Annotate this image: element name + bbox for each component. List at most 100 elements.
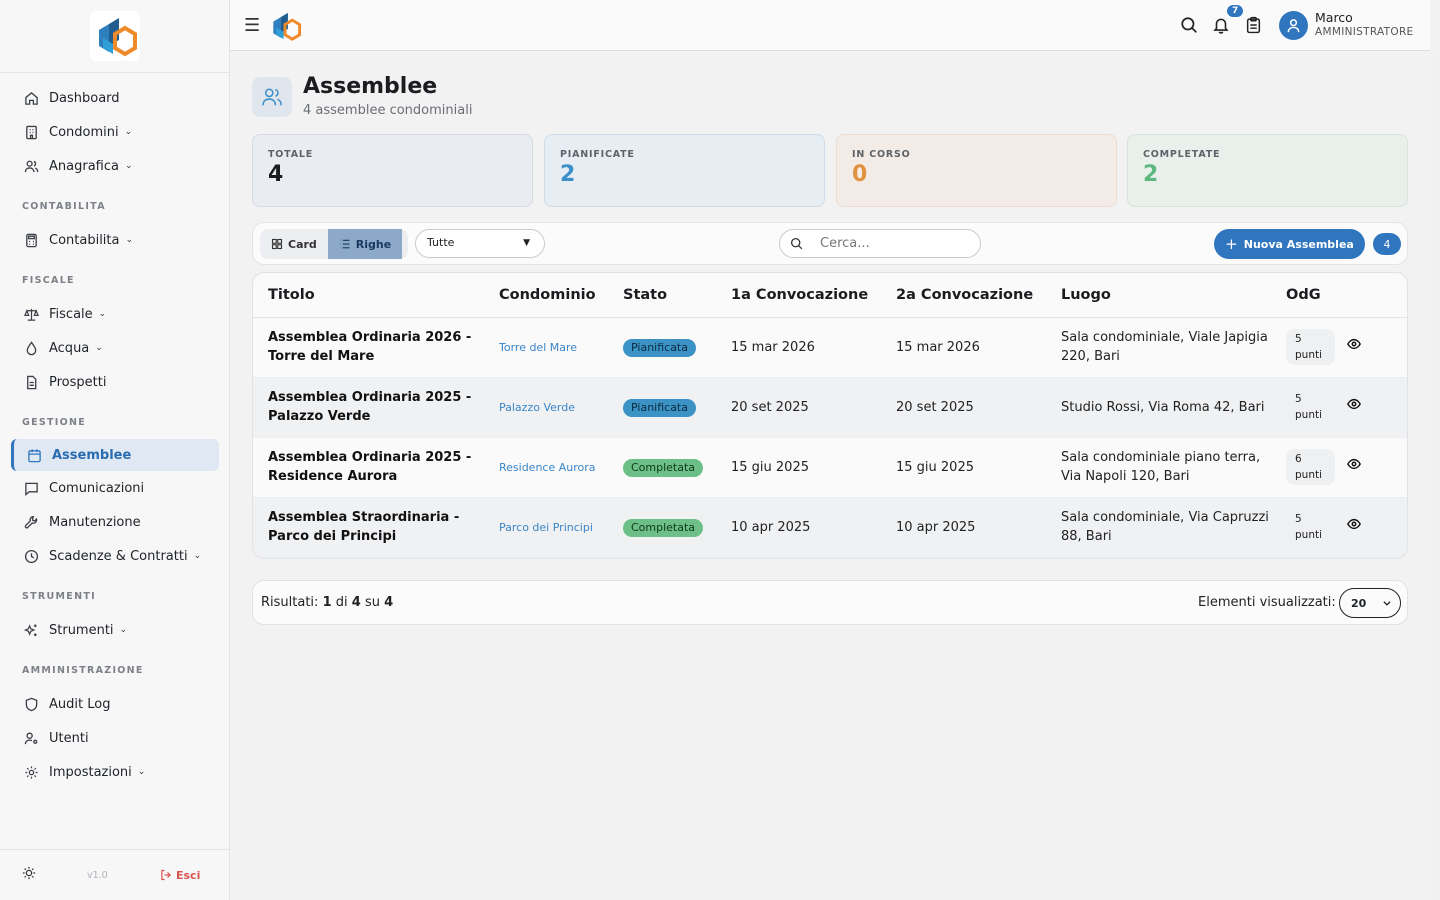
chevron-down-icon: ⌄: [98, 309, 107, 319]
sidebar-item-contabilita[interactable]: Contabilita ⌄: [0, 223, 229, 257]
sidebar-item-manutenzione[interactable]: Manutenzione: [0, 505, 229, 539]
menu-toggle-icon[interactable]: ☰: [244, 15, 260, 36]
column-header-titolo[interactable]: Titolo: [253, 273, 484, 318]
clock-icon: [22, 547, 40, 565]
status-badge: Completata: [623, 518, 704, 537]
cell-odg: 5 punti: [1271, 497, 1347, 558]
stat-card-pianificate: PIANIFICATE 2: [544, 134, 825, 207]
view-toggle: Card Righe: [260, 229, 408, 259]
user-key-icon: [22, 729, 40, 747]
per-page-select[interactable]: 20: [1339, 588, 1401, 618]
theme-toggle-sun-icon[interactable]: [22, 866, 36, 884]
odg-unit: punti: [1295, 529, 1323, 541]
table-row[interactable]: Assemblea Ordinaria 2025 - Residence Aur…: [253, 437, 1407, 498]
column-header-luogo[interactable]: Luogo: [1046, 273, 1271, 318]
sidebar-item-impostazioni[interactable]: Impostazioni ⌄: [0, 755, 229, 789]
cell-conv1: 15 mar 2026: [716, 317, 881, 378]
sidebar-item-dashboard[interactable]: Dashboard: [0, 81, 229, 115]
sidebar-item-prospetti[interactable]: Prospetti: [0, 365, 229, 399]
sidebar-item-assemblee[interactable]: Assemblee: [11, 439, 219, 471]
page-subtitle: 4 assemblee condominiali: [303, 103, 473, 118]
stat-value: 2: [1143, 162, 1159, 187]
view-card-button[interactable]: Card: [260, 229, 328, 259]
results-di: di: [335, 595, 348, 610]
eye-icon[interactable]: [1347, 457, 1361, 471]
odg-badge: 5 punti: [1286, 389, 1335, 425]
section-contabilita: CONTABILITA: [22, 200, 106, 212]
list-icon: [340, 239, 350, 249]
column-header-odg[interactable]: OdG: [1271, 273, 1347, 318]
odg-count: 5: [1295, 393, 1302, 405]
clipboard-icon[interactable]: [1245, 16, 1262, 38]
new-assembly-button[interactable]: + Nuova Assemblea: [1214, 229, 1365, 259]
column-header-conv1[interactable]: 1a Convocazione: [716, 273, 881, 318]
users-icon: [252, 77, 292, 117]
sidebar-item-acqua[interactable]: Acqua ⌄: [0, 331, 229, 365]
sidebar-logo[interactable]: [0, 0, 229, 73]
sidebar-footer: v1.0 Esci: [0, 849, 229, 900]
wrench-icon: [22, 513, 40, 531]
sidebar-item-label: Assemblee: [52, 447, 132, 463]
table-row[interactable]: Assemblea Ordinaria 2025 - Palazzo Verde…: [253, 377, 1407, 438]
sidebar-item-anagrafica[interactable]: Anagrafica ⌄: [0, 149, 229, 183]
cell-condominio-link[interactable]: Torre del Mare: [484, 317, 608, 378]
search-box: [779, 229, 981, 258]
cell-stato: Completata: [608, 437, 716, 498]
sidebar-item-scadenze[interactable]: Scadenze & Contratti ⌄: [0, 539, 229, 573]
user-role: AMMINISTRATORE: [1315, 26, 1414, 38]
cell-condominio-link[interactable]: Residence Aurora: [484, 437, 608, 498]
calendar-icon: [25, 446, 43, 464]
cell-actions: [1347, 437, 1407, 498]
bell-icon[interactable]: [1212, 16, 1230, 38]
chevron-down-icon: ⌄: [95, 343, 103, 353]
page-scrollbar[interactable]: [1430, 51, 1440, 900]
stat-value: 0: [852, 162, 868, 187]
logout-button[interactable]: Esci: [160, 869, 200, 882]
column-header-stato[interactable]: Stato: [608, 273, 716, 318]
sidebar-item-label: Contabilita: [49, 232, 120, 248]
chevron-down-icon: [1383, 601, 1391, 606]
results-su: su: [364, 595, 380, 610]
sidebar-item-fiscale[interactable]: Fiscale ⌄: [0, 297, 229, 331]
status-filter-select[interactable]: Tutte ▼: [415, 229, 545, 258]
table-row[interactable]: Assemblea Straordinaria - Parco dei Prin…: [253, 497, 1407, 558]
status-badge: Pianificata: [623, 338, 696, 357]
per-page-value: 20: [1351, 596, 1367, 610]
column-header-conv2[interactable]: 2a Convocazione: [881, 273, 1046, 318]
odg-badge: 6 punti: [1286, 449, 1335, 485]
eye-icon[interactable]: [1347, 517, 1361, 531]
shield-icon: [22, 695, 40, 713]
stat-card-totale: TOTALE 4: [252, 134, 533, 207]
view-rows-button[interactable]: Righe: [327, 229, 403, 259]
cell-condominio-link[interactable]: Palazzo Verde: [484, 377, 608, 438]
column-header-condominio[interactable]: Condominio: [484, 273, 608, 318]
search-input[interactable]: [820, 236, 960, 251]
cell-actions: [1347, 377, 1407, 438]
eye-icon[interactable]: [1347, 337, 1361, 351]
sidebar-item-utenti[interactable]: Utenti: [0, 721, 229, 755]
plus-icon: +: [1225, 234, 1238, 253]
sidebar-item-audit-log[interactable]: Audit Log: [0, 687, 229, 721]
gear-icon: [22, 763, 40, 781]
sidebar-item-comunicazioni[interactable]: Comunicazioni: [0, 471, 229, 505]
sidebar-item-strumenti[interactable]: Strumenti ⌄: [0, 613, 229, 647]
scale-icon: [22, 305, 40, 323]
avatar[interactable]: [1279, 11, 1308, 40]
user-name[interactable]: Marco: [1315, 10, 1353, 25]
cell-condominio-link[interactable]: Parco dei Principi: [484, 497, 608, 558]
sidebar-item-label: Anagrafica: [49, 158, 119, 174]
cell-luogo: Sala condominiale, Via Capruzzi 88, Bari: [1046, 497, 1271, 558]
stat-value: 4: [268, 162, 284, 187]
sidebar-item-label: Utenti: [49, 730, 89, 746]
stat-label: PIANIFICATE: [560, 149, 635, 160]
sidebar-item-label: Prospetti: [49, 374, 107, 390]
page-title: Assemblee: [303, 74, 438, 99]
users-icon: [22, 157, 40, 175]
sidebar-item-label: Condomini: [49, 124, 119, 140]
search-icon[interactable]: [1180, 16, 1198, 38]
eye-icon[interactable]: [1347, 397, 1361, 411]
sidebar-item-condomini[interactable]: Condomini ⌄: [0, 115, 229, 149]
topbar-logo[interactable]: [266, 7, 304, 49]
notification-badge: 7: [1226, 4, 1245, 18]
table-row[interactable]: Assemblea Ordinaria 2026 - Torre del Mar…: [253, 317, 1407, 378]
